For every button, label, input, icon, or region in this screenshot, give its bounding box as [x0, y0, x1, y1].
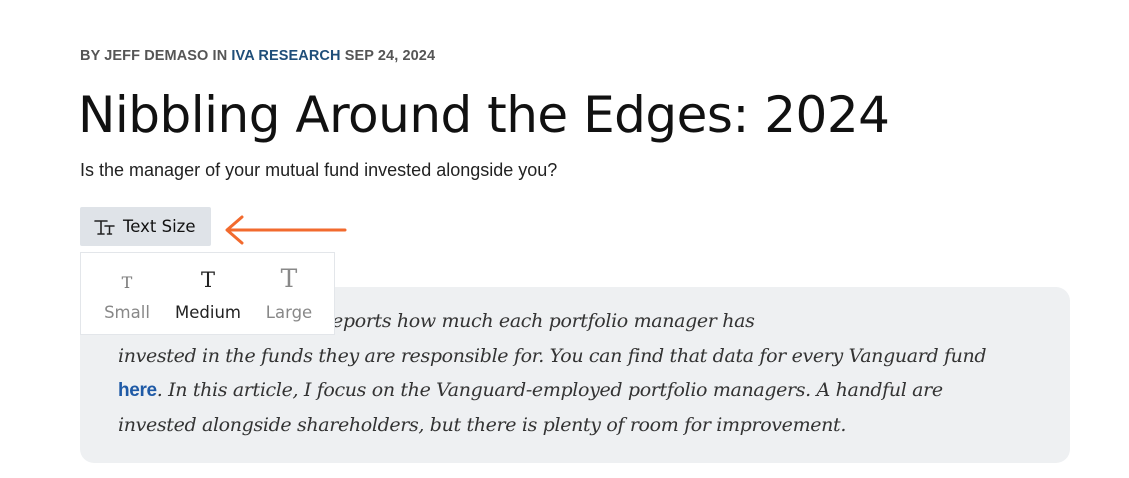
byline-date: SEP 24, 2024 — [340, 48, 436, 64]
text-size-button[interactable]: Text Size — [80, 207, 211, 246]
text-large-icon: T — [280, 264, 298, 293]
text-small-icon: T — [121, 273, 133, 292]
article-subtitle: Is the manager of your mutual fund inves… — [80, 160, 558, 180]
text-size-option-small[interactable]: T Small — [87, 253, 167, 336]
article-byline: BY JEFF DEMASO IN IVA RESEARCH SEP 24, 2… — [80, 48, 435, 64]
text-size-option-medium[interactable]: T Medium — [168, 253, 248, 336]
intro-line-3: here. In this article, I focus on the Va… — [118, 379, 943, 402]
option-label-medium: Medium — [175, 303, 241, 322]
text-size-icon — [93, 217, 117, 237]
intro-line-4: invested alongside shareholders, but the… — [118, 414, 847, 436]
intro-line-2: invested in the funds they are responsib… — [118, 345, 987, 367]
category-link[interactable]: IVA RESEARCH — [231, 48, 340, 64]
option-label-small: Small — [104, 303, 150, 322]
byline-author: BY JEFF DEMASO IN — [80, 48, 232, 64]
option-label-large: Large — [265, 303, 313, 322]
intro-line-3-text: . In this article, I focus on the Vangua… — [156, 379, 943, 401]
text-medium-icon: T — [200, 268, 215, 292]
here-link[interactable]: here — [118, 380, 157, 401]
text-size-option-large[interactable]: T Large — [249, 253, 329, 336]
text-size-menu: T Small T Medium T Large — [80, 252, 335, 335]
arrow-left-icon — [225, 215, 347, 245]
text-size-label: Text Size — [123, 217, 196, 236]
page-title: Nibbling Around the Edges: 2024 — [78, 86, 890, 144]
